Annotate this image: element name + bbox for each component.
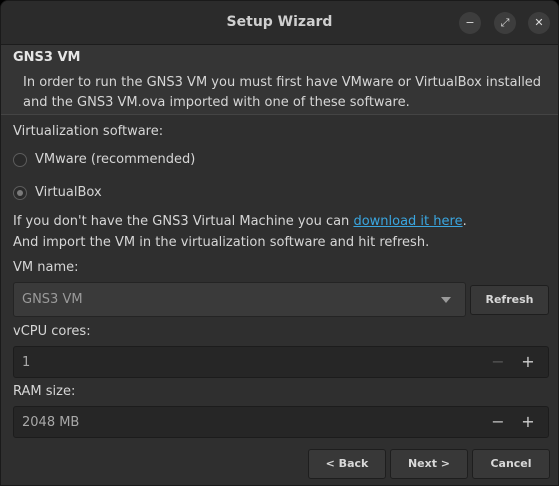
next-button[interactable]: Next > [390, 449, 468, 479]
back-button[interactable]: < Back [308, 449, 386, 479]
refresh-button[interactable]: Refresh [470, 285, 549, 315]
page-title: GNS3 VM [13, 50, 81, 65]
vm-name-label: VM name: [13, 260, 79, 275]
download-link[interactable]: download it here [353, 214, 462, 229]
ram-label: RAM size: [13, 384, 76, 399]
virtualbox-radio-label[interactable]: VirtualBox [35, 185, 102, 200]
maximize-icon[interactable]: ⤢ [494, 12, 516, 34]
virtualbox-radio[interactable] [13, 186, 27, 200]
cancel-button[interactable]: Cancel [472, 449, 550, 479]
vm-name-select[interactable]: GNS3 VM [13, 282, 466, 317]
setup-wizard-window: Setup Wizard − ⤢ ✕ GNS3 VM In order to r… [0, 0, 559, 486]
vm-name-value: GNS3 VM [22, 292, 83, 307]
ram-decrement-button[interactable]: − [486, 411, 510, 435]
info-text-line1: If you don't have the GNS3 Virtual Machi… [13, 214, 467, 229]
minimize-icon[interactable]: − [459, 12, 481, 34]
info-prefix: If you don't have the GNS3 Virtual Machi… [13, 214, 354, 229]
page-header: GNS3 VM In order to run the GNS3 VM you … [1, 45, 558, 115]
info-text-line2: And import the VM in the virtualization … [13, 235, 430, 250]
ram-increment-button[interactable]: + [516, 411, 540, 435]
vcpu-stepper[interactable]: 1 − + [13, 346, 549, 378]
vcpu-decrement-button[interactable]: − [486, 351, 510, 375]
vmware-radio-label[interactable]: VMware (recommended) [35, 152, 195, 167]
vcpu-increment-button[interactable]: + [516, 351, 540, 375]
close-icon[interactable]: ✕ [528, 12, 550, 34]
info-suffix: . [462, 214, 467, 229]
ram-value[interactable]: 2048 MB [22, 415, 79, 430]
title-bar: Setup Wizard − ⤢ ✕ [1, 1, 558, 45]
chevron-down-icon [441, 297, 451, 303]
vcpu-label: vCPU cores: [13, 324, 91, 339]
ram-stepper[interactable]: 2048 MB − + [13, 406, 549, 438]
page-description: In order to run the GNS3 VM you must fir… [23, 75, 542, 110]
vmware-radio[interactable] [13, 153, 27, 167]
virtualization-label: Virtualization software: [13, 124, 164, 139]
vcpu-value[interactable]: 1 [22, 355, 30, 370]
